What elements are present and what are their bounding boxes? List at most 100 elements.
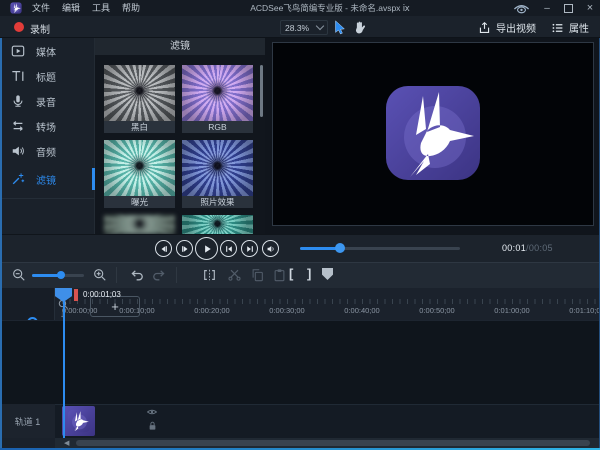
timecode-total: /00:05	[526, 243, 553, 253]
transition-icon	[13, 121, 23, 131]
play-button[interactable]	[195, 237, 218, 260]
window-edge-left	[0, 38, 2, 448]
maximize-icon	[563, 3, 573, 13]
go-to-end-button[interactable]	[241, 240, 258, 257]
filter-card-bw[interactable]: 黑白	[104, 65, 175, 133]
track-visibility-eye-icon[interactable]	[147, 408, 157, 416]
sidebar-item-record-audio[interactable]: 录音	[0, 89, 95, 113]
filter-card-photo-effect[interactable]: 照片效果	[182, 140, 253, 208]
filter-card-exposure[interactable]: 曝光	[104, 140, 175, 208]
redo-button[interactable]	[151, 268, 166, 282]
seek-slider-fill	[300, 247, 340, 250]
minimize-button[interactable]: –	[540, 1, 554, 15]
ruler-ticks	[62, 299, 598, 304]
maximize-button[interactable]	[561, 1, 575, 15]
filter-thumbnail	[182, 65, 253, 121]
properties-list-icon	[552, 23, 563, 32]
go-to-end-icon	[246, 245, 253, 252]
properties-button[interactable]: 属性	[551, 20, 589, 35]
track-label: 轨道 1	[14, 416, 41, 427]
go-to-start-icon	[225, 245, 232, 252]
ruler-label: 0:00:50;00	[419, 306, 455, 315]
microphone-icon	[13, 95, 23, 107]
step-forward-icon	[181, 245, 187, 252]
chevron-down-icon	[315, 21, 325, 31]
record-button[interactable]: 录制	[30, 21, 50, 36]
playhead-line	[63, 301, 65, 438]
sidebar-item-audio[interactable]: 音频	[0, 139, 95, 163]
horizontal-scrollbar-thumb[interactable]	[76, 440, 590, 446]
media-icon	[11, 45, 25, 57]
toolbar-separator	[176, 267, 177, 283]
menu-help[interactable]: 帮助	[116, 0, 146, 16]
titlebar: 文件 编辑 工具 帮助 ACDSee飞鸟简编专业版 - 未命名.avspx ⅸ …	[0, 0, 600, 16]
filter-thumbnail	[182, 140, 253, 196]
track-lock-icon[interactable]	[148, 421, 157, 431]
sidebar-item-filters[interactable]: 滤镜	[0, 167, 95, 191]
filter-label: 黑白	[104, 121, 175, 133]
sidebar-item-label: 录音	[36, 97, 56, 109]
export-video-button[interactable]: 导出视频	[478, 20, 536, 35]
filter-card-partial-2[interactable]	[182, 215, 253, 234]
filter-panel-scrollbar[interactable]	[260, 65, 263, 117]
filter-panel-header: 滤镜	[95, 38, 265, 55]
timecode-current: 00:01	[502, 243, 527, 253]
window-title: ACDSee飞鸟简编专业版 - 未命名.avspx ⅸ	[250, 3, 410, 13]
app-window: 文件 编辑 工具 帮助 ACDSee飞鸟简编专业版 - 未命名.avspx ⅸ …	[0, 0, 600, 450]
copy-button[interactable]	[250, 268, 265, 282]
filter-label: 曝光	[104, 196, 175, 208]
volume-button[interactable]	[262, 240, 279, 257]
menu-file[interactable]: 文件	[26, 0, 56, 16]
sidebar-item-title[interactable]: 标题	[0, 64, 95, 88]
close-button[interactable]: ×	[583, 1, 597, 15]
filter-thumbnail	[104, 215, 175, 234]
sidebar-item-label: 音频	[36, 147, 56, 159]
paste-button[interactable]	[272, 268, 287, 282]
timeline-zoom-slider-handle[interactable]	[57, 271, 65, 279]
playhead-time-label: 0:00:01;03	[83, 290, 121, 299]
filter-card-partial-1[interactable]	[104, 215, 175, 234]
zoom-in-button[interactable]	[93, 268, 107, 282]
mark-in-button[interactable]: [	[289, 266, 293, 281]
mark-out-button[interactable]: ]	[307, 266, 311, 281]
audio-speaker-icon	[12, 146, 24, 156]
sidebar-divider	[0, 198, 95, 199]
add-track-button[interactable]: +	[90, 296, 140, 317]
ruler-label: 0:01:00;00	[494, 306, 530, 315]
go-to-start-button[interactable]	[220, 240, 237, 257]
undo-button[interactable]	[130, 268, 145, 282]
zoom-out-button[interactable]	[12, 268, 26, 282]
preview-zoom-select[interactable]: 28.3%	[280, 20, 328, 35]
timeline-body	[0, 320, 600, 404]
step-forward-button[interactable]	[176, 240, 193, 257]
sidebar-item-label: 标题	[36, 72, 56, 84]
menu-edit[interactable]: 编辑	[56, 0, 86, 16]
menu-tools[interactable]: 工具	[86, 0, 116, 16]
timecode: 00:01/00:05	[502, 243, 553, 253]
volume-icon	[267, 245, 274, 252]
export-video-label: 导出视频	[496, 24, 536, 35]
filter-thumbnail	[104, 140, 175, 196]
timeline-zoom-slider-fill	[32, 274, 60, 277]
sidebar-item-transitions[interactable]: 转场	[0, 114, 95, 138]
acdsee-eye-logo-icon	[513, 5, 530, 14]
app-logo-icon	[10, 2, 22, 14]
filter-card-rgb[interactable]: RGB	[182, 65, 253, 133]
scroll-left-arrow[interactable]: ◀	[64, 439, 69, 448]
hand-tool-button[interactable]	[352, 20, 367, 35]
scissors-cut-button[interactable]	[227, 268, 242, 282]
sidebar-item-media[interactable]: 媒体	[0, 39, 95, 63]
hummingbird-logo	[383, 83, 483, 183]
title-icon	[12, 71, 24, 81]
playhead-red-marker	[74, 289, 78, 301]
clip-thumbnail	[67, 409, 91, 433]
pointer-tool-button[interactable]	[333, 20, 346, 35]
step-back-button[interactable]	[155, 240, 172, 257]
timeline-clip[interactable]	[62, 406, 95, 436]
step-back-icon	[161, 245, 167, 252]
ruler-label: 0:01:10;00	[569, 306, 600, 315]
properties-label: 属性	[569, 24, 589, 35]
split-clip-button[interactable]	[202, 268, 217, 282]
filter-label: 照片效果	[182, 196, 253, 208]
seek-slider-handle[interactable]	[335, 243, 345, 253]
